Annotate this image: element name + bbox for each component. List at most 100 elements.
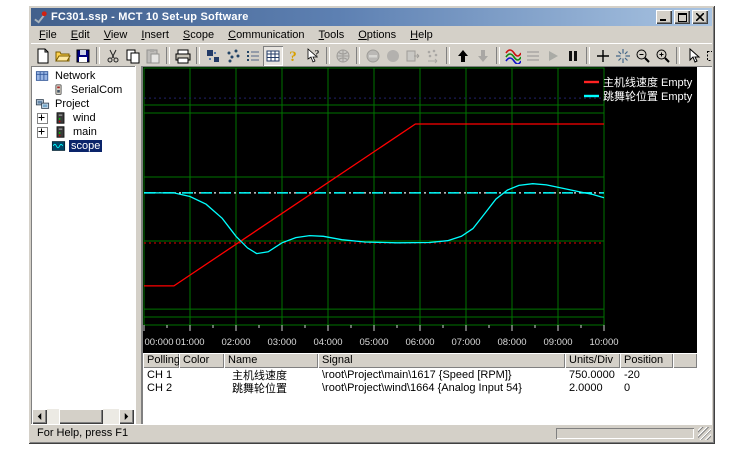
project-tree-panel: NetworkSerialCom Projectwindmain scope [31,66,135,425]
tree-label: SerialCom [69,84,124,96]
scope-chart-panel[interactable]: 00:00001:00002:00003:00004:00005:00006:0… [143,67,697,353]
tree-item-project[interactable]: Project [31,97,135,111]
move-up-button[interactable] [453,46,473,66]
context-help-button[interactable]: ? [303,46,323,66]
cut-icon [105,48,121,64]
new-button[interactable] [33,46,53,66]
tree-item-serialcom[interactable]: SerialCom [31,83,135,97]
tree-label: main [71,126,99,138]
menu-edit[interactable]: Edit [64,27,97,43]
tree-item-main[interactable]: main [31,125,135,139]
stop-icon [365,48,381,64]
pause-icon [565,48,581,64]
x-tick-label: 04:000 [313,337,342,348]
menu-insert[interactable]: Insert [134,27,176,43]
drive-icon [53,125,69,139]
toolbar-separator [166,47,170,64]
scrollbar-track[interactable] [47,409,119,424]
parameter-view-button[interactable] [203,46,223,66]
help-icon: ? [285,48,301,64]
x-tick-label: 08:000 [497,337,526,348]
pause-button[interactable] [563,46,583,66]
panel-splitter[interactable] [135,66,142,425]
track-cursor-button[interactable] [593,46,613,66]
tree-expand-button[interactable] [37,127,48,138]
table-view-button[interactable] [263,46,283,66]
drive-icon [53,111,69,125]
close-button[interactable] [692,10,708,24]
open-button[interactable] [53,46,73,66]
legend-label: 跳舞轮位置 Empty [603,89,693,103]
cell-name: 跳舞轮位置 [224,380,318,396]
scrollbar-thumb[interactable] [59,409,103,424]
svg-text:?: ? [315,49,320,60]
serial-icon [51,83,67,97]
resize-grip[interactable] [698,427,711,440]
scroll-right-button[interactable] [119,409,134,424]
tree-item-network[interactable]: Network [31,69,135,83]
cell-signal: \root\Project\wind\1664 {Analog Input 54… [318,382,565,394]
tree-label: Project [53,98,91,110]
zoom-wand-button[interactable] [613,46,633,66]
tree-horizontal-scrollbar[interactable] [32,409,134,424]
tree-expand-button[interactable] [37,113,48,124]
menu-options[interactable]: Options [351,27,403,43]
help-button[interactable]: ? [283,46,303,66]
column-header-color[interactable]: Color [179,353,224,368]
scope-chart-svg[interactable]: 00:00001:00002:00003:00004:00005:00006:0… [143,67,697,353]
column-header-units-div[interactable]: Units/Div [565,353,620,368]
print-button[interactable] [173,46,193,66]
paste-icon [145,48,161,64]
x-tick-label: 10:000 [589,337,618,348]
copy-button[interactable] [123,46,143,66]
zoom-in-button[interactable] [653,46,673,66]
cell-units-div: 2.0000 [565,382,620,394]
menu-communication[interactable]: Communication [221,27,311,43]
scatter-view-icon [225,48,241,64]
menu-view[interactable]: View [97,27,135,43]
move-down-button [473,46,493,66]
cut-button[interactable] [103,46,123,66]
toolbar-separator [446,47,450,64]
status-bar: For Help, press F1 [31,424,712,441]
select-rect-icon [705,48,712,64]
legend-label: 主机线速度 Empty [603,75,693,89]
menu-scope[interactable]: Scope [176,27,221,43]
lines-icon [525,48,541,64]
zoom-out-button[interactable] [633,46,653,66]
scatter-view-button[interactable] [223,46,243,66]
menu-tools[interactable]: Tools [312,27,352,43]
scroll-left-button[interactable] [32,409,47,424]
minimize-button[interactable] [656,10,672,24]
save-button[interactable] [73,46,93,66]
context-help-icon: ? [305,48,321,64]
project-icon [35,97,51,111]
toolbar: ?? [31,43,712,67]
cell-polling: CH 2 [143,382,179,394]
curves-button[interactable] [503,46,523,66]
x-tick-label: 09:000 [543,337,572,348]
select-cursor-button[interactable] [683,46,703,66]
move-down-icon [475,48,491,64]
column-header-position[interactable]: Position [620,353,673,368]
tree-label: scope [69,140,102,152]
tree-item-scope[interactable]: scope [31,139,135,153]
column-header-signal[interactable]: Signal [318,353,565,368]
menu-file[interactable]: File [32,27,64,43]
maximize-button[interactable] [674,10,690,24]
new-file-icon [35,48,51,64]
tree-item-wind[interactable]: wind [31,111,135,125]
network-drive-button [333,46,353,66]
menu-help[interactable]: Help [403,27,440,43]
title-bar[interactable]: FC301.ssp - MCT 10 Set-up Software [31,8,712,26]
list-view-button[interactable] [243,46,263,66]
zoom-wand-icon [615,48,631,64]
x-tick-label: 07:000 [451,337,480,348]
main-area: NetworkSerialCom Projectwindmain scope 00:… [31,66,712,425]
export-icon [405,48,421,64]
select-rect-button[interactable] [703,46,712,66]
app-icon [33,10,48,25]
column-header-polling[interactable]: Polling [143,353,179,368]
status-right-panel [556,428,694,439]
channel-row-ch2[interactable]: CH 2 跳舞轮位置\root\Project\wind\1664 {Analog… [143,381,697,394]
